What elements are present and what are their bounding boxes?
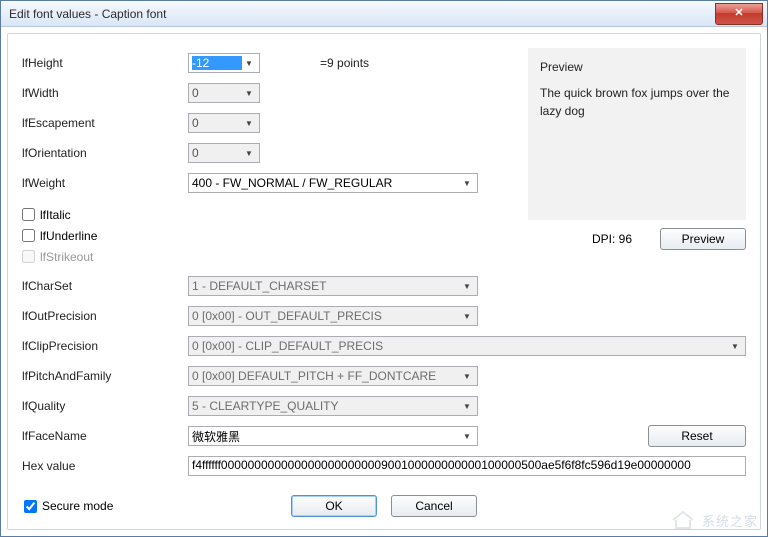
chevron-down-icon[interactable]: ▼ xyxy=(460,179,474,188)
chevron-down-icon: ▼ xyxy=(242,149,256,158)
lfpitchandfamily-combo: 0 [0x00] DEFAULT_PITCH + FF_DONTCARE ▼ xyxy=(188,366,478,386)
lfwidth-spin: ▼ xyxy=(188,83,260,103)
lfclipprecision-value: 0 [0x00] - CLIP_DEFAULT_PRECIS xyxy=(192,339,728,353)
client-area: lfHeight ▼ =9 points lfWidth ▼ xyxy=(1,27,767,536)
lfunderline-check[interactable]: lfUnderline xyxy=(22,225,522,246)
lffacename-value: 微软雅黑 xyxy=(192,428,460,445)
lfquality-value: 5 - CLEARTYPE_QUALITY xyxy=(192,399,460,413)
lfheight-input[interactable] xyxy=(192,56,242,70)
hex-value-text: f4ffffff00000000000000000000000090010000… xyxy=(192,458,691,472)
chevron-down-icon: ▼ xyxy=(460,282,474,291)
lfescapement-input xyxy=(192,116,242,130)
lfheight-spin[interactable]: ▼ xyxy=(188,53,260,73)
preview-sample: The quick brown fox jumps over the lazy … xyxy=(540,84,734,120)
label-lfweight: lfWeight xyxy=(22,176,188,190)
close-button[interactable]: ✕ xyxy=(715,3,763,25)
window-title: Edit font values - Caption font xyxy=(9,7,715,21)
lfescapement-spin: ▼ xyxy=(188,113,260,133)
cancel-button[interactable]: Cancel xyxy=(391,495,477,517)
label-lfitalic: lfItalic xyxy=(40,208,71,222)
lfcharset-combo: 1 - DEFAULT_CHARSET ▼ xyxy=(188,276,478,296)
label-lfoutprecision: lfOutPrecision xyxy=(22,309,188,323)
label-lfpitchandfamily: lfPitchAndFamily xyxy=(22,369,188,383)
label-lforientation: lfOrientation xyxy=(22,146,188,160)
chevron-down-icon: ▼ xyxy=(242,89,256,98)
label-lfstrikeout: lfStrikeout xyxy=(40,250,93,264)
lforientation-spin: ▼ xyxy=(188,143,260,163)
lforientation-input xyxy=(192,146,242,160)
chevron-down-icon[interactable]: ▼ xyxy=(460,432,474,441)
lfoutprecision-value: 0 [0x00] - OUT_DEFAULT_PRECIS xyxy=(192,309,460,323)
hex-value-field[interactable]: f4ffffff00000000000000000000000090010000… xyxy=(188,456,746,476)
titlebar[interactable]: Edit font values - Caption font ✕ xyxy=(1,1,767,27)
preview-column: Preview The quick brown fox jumps over t… xyxy=(528,48,746,331)
label-lfescapement: lfEscapement xyxy=(22,116,188,130)
lfclipprecision-combo: 0 [0x00] - CLIP_DEFAULT_PRECIS ▼ xyxy=(188,336,746,356)
label-hexvalue: Hex value xyxy=(22,459,188,473)
label-lfunderline: lfUnderline xyxy=(40,229,97,243)
dpi-label: DPI: 96 xyxy=(592,232,632,246)
secure-mode-label: Secure mode xyxy=(42,499,113,513)
label-lfclipprecision: lfClipPrecision xyxy=(22,339,188,353)
lfquality-combo: 5 - CLEARTYPE_QUALITY ▼ xyxy=(188,396,478,416)
lfstrikeout-check: lfStrikeout xyxy=(22,246,522,267)
lfweight-value: 400 - FW_NORMAL / FW_REGULAR xyxy=(192,176,460,190)
bottom-bar: Secure mode OK Cancel xyxy=(22,487,746,523)
lfitalic-check[interactable]: lfItalic xyxy=(22,204,522,225)
preview-title: Preview xyxy=(540,58,734,76)
preview-button[interactable]: Preview xyxy=(660,228,746,250)
preview-box: Preview The quick brown fox jumps over t… xyxy=(528,48,746,220)
secure-mode-checkbox[interactable] xyxy=(24,500,37,513)
fields-column: lfHeight ▼ =9 points lfWidth ▼ xyxy=(22,48,522,331)
lfpitchandfamily-value: 0 [0x00] DEFAULT_PITCH + FF_DONTCARE xyxy=(192,369,460,383)
reset-button[interactable]: Reset xyxy=(648,425,746,447)
lfoutprecision-combo: 0 [0x00] - OUT_DEFAULT_PRECIS ▼ xyxy=(188,306,478,326)
label-lffacename: lfFaceName xyxy=(22,429,188,443)
chevron-down-icon: ▼ xyxy=(460,402,474,411)
main-panel: lfHeight ▼ =9 points lfWidth ▼ xyxy=(7,33,761,530)
label-lfwidth: lfWidth xyxy=(22,86,188,100)
chevron-down-icon: ▼ xyxy=(242,119,256,128)
lfunderline-checkbox[interactable] xyxy=(22,229,35,242)
ok-button[interactable]: OK xyxy=(291,495,377,517)
lfheight-points: =9 points xyxy=(320,56,369,70)
secure-mode-check[interactable]: Secure mode xyxy=(24,496,113,517)
lfitalic-checkbox[interactable] xyxy=(22,208,35,221)
chevron-down-icon[interactable]: ▼ xyxy=(242,59,256,68)
label-lfquality: lfQuality xyxy=(22,399,188,413)
chevron-down-icon: ▼ xyxy=(460,372,474,381)
lfcharset-value: 1 - DEFAULT_CHARSET xyxy=(192,279,460,293)
lfwidth-input xyxy=(192,86,242,100)
dialog-window: Edit font values - Caption font ✕ lfHeig… xyxy=(0,0,768,537)
chevron-down-icon: ▼ xyxy=(460,312,474,321)
lfstrikeout-checkbox xyxy=(22,250,35,263)
lffacename-combo[interactable]: 微软雅黑 ▼ xyxy=(188,426,478,446)
lfweight-combo[interactable]: 400 - FW_NORMAL / FW_REGULAR ▼ xyxy=(188,173,478,193)
chevron-down-icon: ▼ xyxy=(728,342,742,351)
label-lfcharset: lfCharSet xyxy=(22,279,188,293)
label-lfheight: lfHeight xyxy=(22,56,188,70)
